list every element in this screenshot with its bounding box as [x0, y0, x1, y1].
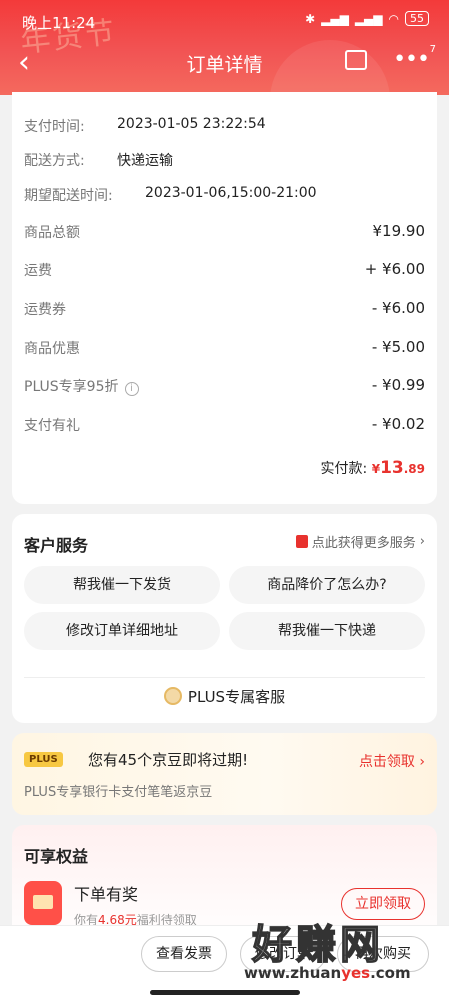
view-invoice-button[interactable]: 查看发票	[141, 936, 227, 972]
pay-time-value: 2023-01-05 23:22:54	[117, 116, 266, 132]
delivery-label: 配送方式:	[24, 153, 85, 169]
more-badge: 7	[429, 44, 436, 55]
plus-badge: PLUS	[24, 752, 63, 767]
urge-shipping-button[interactable]: 帮我催一下发货	[24, 566, 220, 604]
divider	[24, 677, 425, 678]
paid-decimal: .89	[403, 462, 425, 476]
fee-row: 运费 + ¥6.00	[24, 260, 425, 280]
delivery-value: 快递运输	[117, 153, 173, 169]
fee-row: 运费券 - ¥6.00	[24, 299, 425, 319]
pay-time-label: 支付时间:	[24, 119, 85, 135]
claim-link[interactable]: 点击领取 ›	[359, 751, 425, 771]
message-icon[interactable]	[345, 50, 368, 70]
fee-amount: + ¥6.00	[364, 260, 425, 278]
buy-again-button[interactable]: 再次购买	[337, 936, 429, 972]
order-detail-card: 支付时间: 2023-01-05 23:22:54 配送方式: 快递运输 期望配…	[12, 92, 437, 504]
benefits-title: 可享权益	[24, 847, 89, 866]
modify-address-button[interactable]: 修改订单详细地址	[24, 612, 220, 650]
urge-express-button[interactable]: 帮我催一下快递	[229, 612, 425, 650]
modify-order-button[interactable]: 修改订单	[240, 936, 326, 972]
fee-row: 商品优惠 - ¥5.00	[24, 338, 425, 358]
status-icons: ✱ ▂▄▆ ▂▄▆ ◠ 55	[305, 11, 429, 26]
fee-amount: - ¥0.99	[371, 376, 425, 394]
fee-row: PLUS专享95折 i - ¥0.99	[24, 376, 425, 396]
expected-label: 期望配送时间:	[24, 188, 113, 204]
fee-amount: - ¥5.00	[371, 338, 425, 356]
fee-amount: - ¥6.00	[371, 299, 425, 317]
chevron-right-icon: ›	[419, 534, 425, 549]
red-envelope-icon	[24, 881, 62, 925]
wifi-icon: ◠	[388, 11, 399, 26]
smile-service-icon	[163, 687, 182, 705]
fee-label: 运费券	[24, 302, 66, 318]
beans-subtitle: PLUS专享银行卡支付笔笔返京豆	[24, 785, 213, 800]
header: 年货节 晚上11:24 ✱ ▂▄▆ ▂▄▆ ◠ 55 ‹ 订单详情 ••• 7	[0, 0, 449, 95]
fee-label: 商品总额	[24, 225, 80, 241]
status-bar: 晚上11:24 ✱ ▂▄▆ ▂▄▆ ◠ 55	[0, 0, 449, 40]
chevron-right-icon: ›	[419, 754, 425, 770]
more-service-label: 点此获得更多服务	[311, 536, 416, 551]
paid-label: 实付款:	[320, 461, 368, 477]
fee-row: 支付有礼 - ¥0.02	[24, 415, 425, 435]
signal-icon: ▂▄▆	[321, 11, 349, 26]
fee-row: 商品总额 ¥19.90	[24, 222, 425, 242]
beans-expiring-card[interactable]: PLUS 您有45个京豆即将过期! 点击领取 › PLUS专享银行卡支付笔笔返京…	[12, 733, 437, 815]
pay-time-row: 支付时间: 2023-01-05 23:22:54	[24, 116, 425, 136]
expected-value: 2023-01-06,15:00-21:00	[145, 185, 317, 201]
customer-service-card: 客户服务 点此获得更多服务 › 帮我催一下发货 商品降价了怎么办? 修改订单详细…	[12, 514, 437, 723]
delivery-row: 配送方式: 快递运输	[24, 150, 425, 170]
fee-label: PLUS专享95折	[24, 379, 119, 395]
home-indicator	[150, 990, 300, 995]
paid-currency: ¥	[371, 462, 381, 476]
reward-title: 下单有奖	[74, 885, 139, 904]
paid-total: 实付款: ¥13.89	[321, 458, 425, 478]
service-title: 客户服务	[24, 536, 89, 555]
fee-label: 支付有礼	[24, 418, 80, 434]
more-icon[interactable]: ••• 7	[393, 44, 436, 71]
expected-row: 期望配送时间: 2023-01-06,15:00-21:00	[24, 185, 425, 205]
info-icon[interactable]: i	[124, 382, 139, 396]
fee-label: 商品优惠	[24, 341, 80, 357]
fee-label-wrap: PLUS专享95折 i	[24, 376, 139, 396]
beans-title: 您有45个京豆即将过期!	[88, 751, 249, 769]
bottom-action-bar: 查看发票 修改订单 再次购买	[0, 925, 449, 1000]
nav-actions: ••• 7	[345, 44, 436, 71]
signal-icon-2: ▂▄▆	[354, 11, 383, 26]
get-reward-button[interactable]: 立即领取	[341, 888, 425, 920]
fee-amount: ¥19.90	[372, 222, 426, 240]
fee-label: 运费	[24, 263, 52, 279]
battery-icon: 55	[405, 11, 429, 26]
plus-service-link[interactable]: PLUS专属客服	[12, 686, 437, 707]
claim-label: 点击领取	[358, 754, 415, 770]
plus-service-label: PLUS专属客服	[187, 688, 286, 706]
fee-amount: - ¥0.02	[371, 415, 425, 433]
paid-integer: 13	[380, 458, 404, 478]
navbar: ‹ 订单详情 ••• 7	[0, 44, 449, 84]
price-drop-button[interactable]: 商品降价了怎么办?	[229, 566, 425, 604]
more-service-link[interactable]: 点此获得更多服务 ›	[295, 532, 425, 551]
status-time: 晚上11:24	[22, 14, 96, 32]
service-flag-icon	[295, 535, 308, 548]
bluetooth-icon: ✱	[305, 11, 316, 26]
